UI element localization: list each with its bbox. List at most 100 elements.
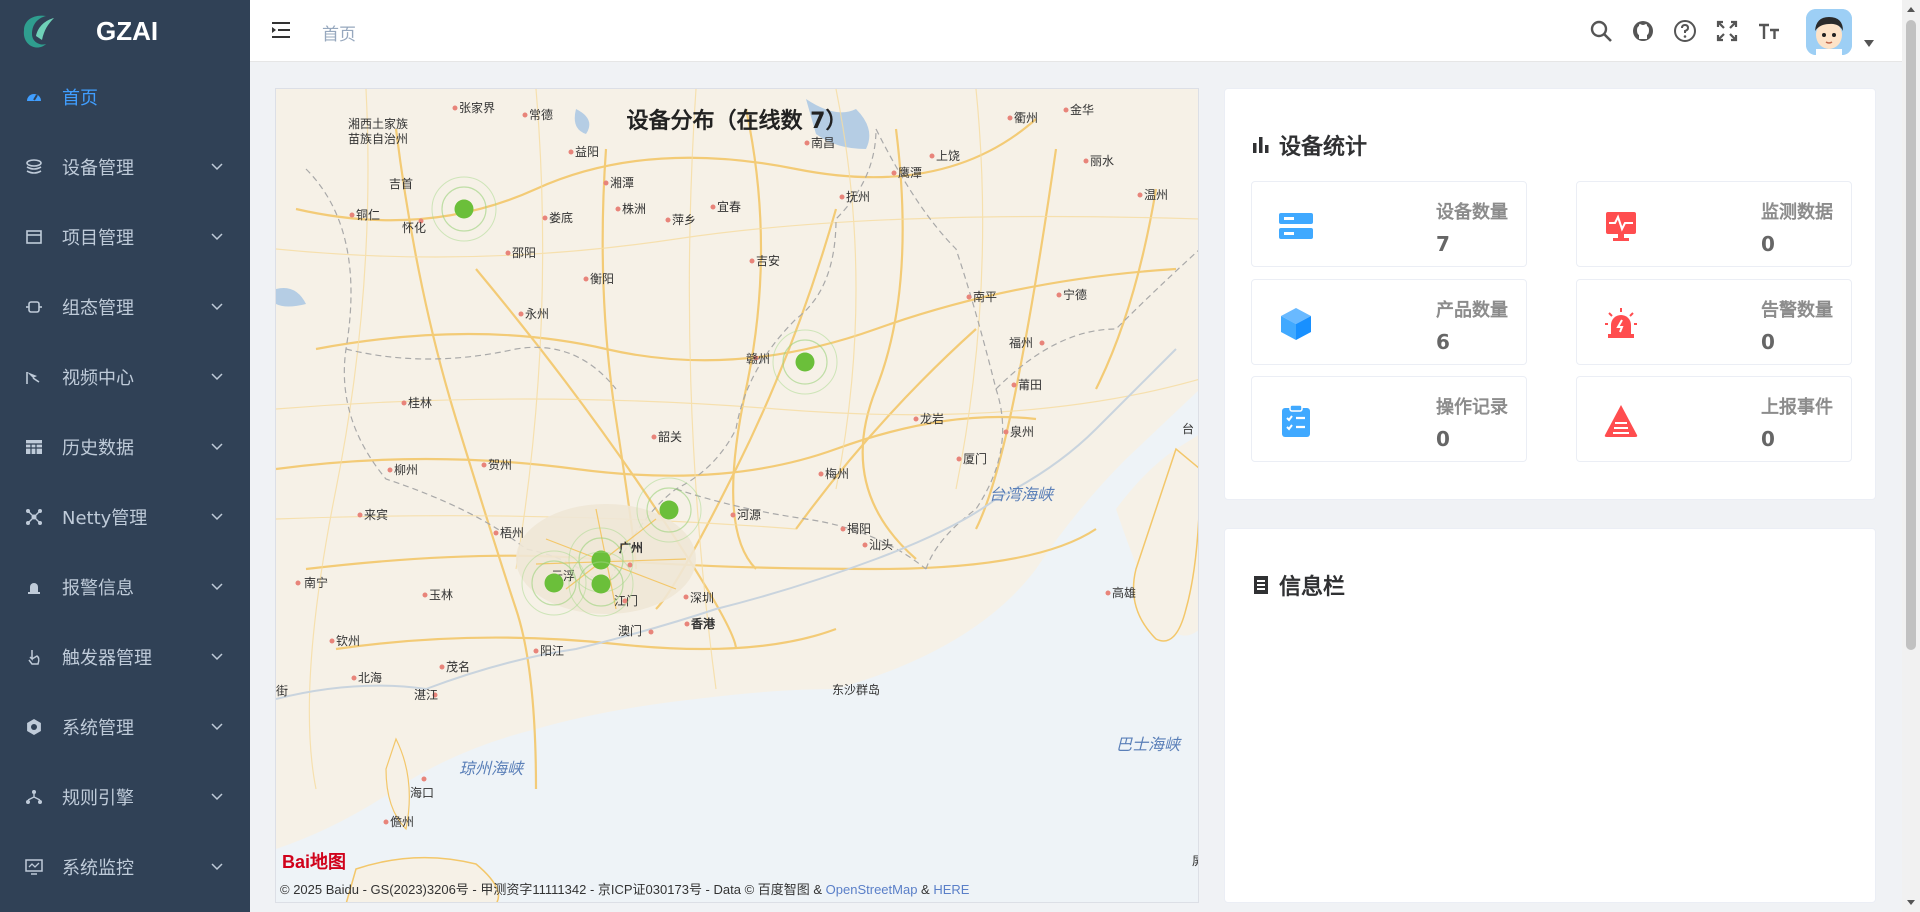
device-distribution-map[interactable]: 湘西土家族 苗族自治州 张家界 常德 益阳 南昌 衢州 金华 吉首 铜仁 怀化 娄底 湘潭 株洲萍… xyxy=(275,88,1199,903)
device-stats-card: 设备统计 设备数量 7 监测数据 0 产品数量 6 告警数量 0 操作记录 0 … xyxy=(1224,88,1876,500)
chevron-down-icon xyxy=(211,863,223,871)
map-label-haikou: 海口 xyxy=(410,785,434,800)
sidebar-item-rule[interactable]: 规则引擎 xyxy=(0,762,250,832)
sidebar-item-label: 项目管理 xyxy=(62,228,134,249)
map-copyright-amp: & xyxy=(917,882,934,897)
map-label-bashi: 巴士海峡 xyxy=(1116,736,1182,754)
settings-icon xyxy=(24,717,44,737)
device-marker[interactable] xyxy=(521,550,587,616)
map-label-pingxiang: 萍乡 xyxy=(672,213,696,227)
bar-chart-icon xyxy=(1253,137,1269,153)
map-label-jian: 吉安 xyxy=(756,253,780,268)
search-icon[interactable] xyxy=(1588,18,1614,44)
stat-label: 操作记录 xyxy=(1436,397,1508,418)
scroll-up-arrow-icon[interactable] xyxy=(1906,4,1916,14)
map-label-shenzhen: 深圳 xyxy=(690,591,714,605)
map-label-fuzhou: 福州 xyxy=(1009,335,1033,350)
monitor-data-icon xyxy=(1606,212,1636,241)
scroll-down-arrow-icon[interactable] xyxy=(1906,898,1916,908)
stat-alarm-count[interactable]: 告警数量 0 xyxy=(1576,279,1852,365)
openstreetmap-link[interactable]: OpenStreetMap xyxy=(826,882,918,897)
stat-operation-log[interactable]: 操作记录 0 xyxy=(1251,376,1527,462)
sidebar-item-video[interactable]: 视频中心 xyxy=(0,342,250,412)
map-canvas[interactable]: 湘西土家族苗族自治州张家界 常德益阳 南昌衢州金华 吉首 铜仁怀化娄底 湘潭株洲萍… xyxy=(276,89,1199,903)
map-label-shaoyang: 邵阳 xyxy=(512,246,536,260)
here-link[interactable]: HERE xyxy=(933,882,969,897)
map-label-hezhou: 贺州 xyxy=(488,458,512,472)
sidebar-item-trigger[interactable]: 触发器管理 xyxy=(0,622,250,692)
map-label-zhuzhou: 株洲 xyxy=(622,201,646,216)
chevron-down-icon xyxy=(211,233,223,241)
sidebar-item-home[interactable]: 首页 xyxy=(0,62,250,132)
caret-down-icon[interactable] xyxy=(1864,40,1874,48)
fullscreen-icon[interactable] xyxy=(1714,18,1740,44)
map-label-tai: 台 xyxy=(1182,421,1194,436)
sidebar-item-history[interactable]: 历史数据 xyxy=(0,412,250,482)
device-marker[interactable] xyxy=(636,477,702,543)
sidebar-item-label: Netty管理 xyxy=(62,508,148,529)
netty-icon xyxy=(24,507,44,527)
project-icon xyxy=(24,227,44,247)
sidebar-item-label: 设备管理 xyxy=(62,158,134,179)
sidebar-item-label: 视频中心 xyxy=(62,368,134,389)
stat-device-count[interactable]: 设备数量 7 xyxy=(1251,181,1527,267)
device-marker[interactable] xyxy=(568,551,634,617)
stat-label: 监测数据 xyxy=(1761,202,1833,223)
stat-product-count[interactable]: 产品数量 6 xyxy=(1251,279,1527,365)
avatar[interactable] xyxy=(1806,9,1852,55)
chevron-down-icon xyxy=(211,163,223,171)
map-label-shantou: 汕头 xyxy=(869,538,893,552)
device-marker[interactable] xyxy=(431,176,497,242)
baidu-map-logo[interactable]: Bai地图 xyxy=(282,848,346,874)
font-size-icon[interactable] xyxy=(1756,18,1782,44)
map-label-meizhou: 梅州 xyxy=(825,466,849,481)
alarm-icon xyxy=(24,577,44,597)
hamburger-icon[interactable] xyxy=(270,19,292,41)
stat-value: 6 xyxy=(1436,330,1450,354)
navbar: 首页 xyxy=(250,0,1902,62)
map-label-quanzhou: 泉州 xyxy=(1010,425,1034,439)
sidebar-item-label: 组态管理 xyxy=(62,298,134,319)
stat-reported-events[interactable]: 上报事件 0 xyxy=(1576,376,1852,462)
stat-value: 0 xyxy=(1436,427,1450,451)
map-label-wuzhou: 梧州 xyxy=(500,525,524,540)
chevron-down-icon xyxy=(211,583,223,591)
map-label-gaoxiong: 高雄 xyxy=(1112,585,1136,600)
map-label-qinzhou: 钦州 xyxy=(336,634,360,648)
sidebar-item-device[interactable]: 设备管理 xyxy=(0,132,250,202)
map-label-taiwan-strait: 台湾海峡 xyxy=(989,486,1055,504)
sidebar-item-monitor[interactable]: 系统监控 xyxy=(0,832,250,902)
page-scrollbar[interactable] xyxy=(1902,0,1920,912)
sidebar-item-config[interactable]: 组态管理 xyxy=(0,272,250,342)
sidebar-item-label: 首页 xyxy=(62,88,98,109)
breadcrumb[interactable]: 首页 xyxy=(322,20,356,45)
map-label-dongsha: 东沙群岛 xyxy=(832,682,880,697)
map-label-lishui: 丽水 xyxy=(1090,154,1114,168)
github-icon[interactable] xyxy=(1630,18,1656,44)
alarm-light-icon xyxy=(1605,308,1637,338)
help-icon[interactable] xyxy=(1672,18,1698,44)
map-label-beihai: 北海 xyxy=(358,670,382,685)
scroll-thumb[interactable] xyxy=(1906,20,1916,650)
map-label-yingtan: 鹰潭 xyxy=(898,165,922,180)
stat-label: 告警数量 xyxy=(1761,300,1833,321)
stat-monitor-data[interactable]: 监测数据 0 xyxy=(1576,181,1852,267)
sidebar-menu: 首页 设备管理 项目管理 组态管理 视频中心 历史数据 Netty管理 报警信息… xyxy=(0,62,250,902)
chevron-down-icon xyxy=(211,653,223,661)
sidebar-item-netty[interactable]: Netty管理 xyxy=(0,482,250,552)
device-marker[interactable] xyxy=(772,329,838,395)
map-label-liuzhou: 柳州 xyxy=(394,463,418,477)
map-copyright-text: © 2025 Baidu - GS(2023)3206号 - 甲测资字11111… xyxy=(280,882,826,897)
logo[interactable]: GZAI xyxy=(0,0,250,62)
sidebar-item-alarm[interactable]: 报警信息 xyxy=(0,552,250,622)
map-label-jishou: 吉首 xyxy=(389,177,413,191)
stat-label: 产品数量 xyxy=(1436,300,1508,321)
map-label-yichun: 宜春 xyxy=(717,199,741,214)
document-icon xyxy=(1254,576,1268,594)
app-name: GZAI xyxy=(96,15,159,46)
map-label-xiangtan: 湘潭 xyxy=(610,175,634,190)
sidebar-item-project[interactable]: 项目管理 xyxy=(0,202,250,272)
sidebar-item-system[interactable]: 系统管理 xyxy=(0,692,250,762)
map-title: 设备分布（在线数 7） xyxy=(626,109,848,134)
map-label-tongren: 铜仁 xyxy=(356,207,380,222)
